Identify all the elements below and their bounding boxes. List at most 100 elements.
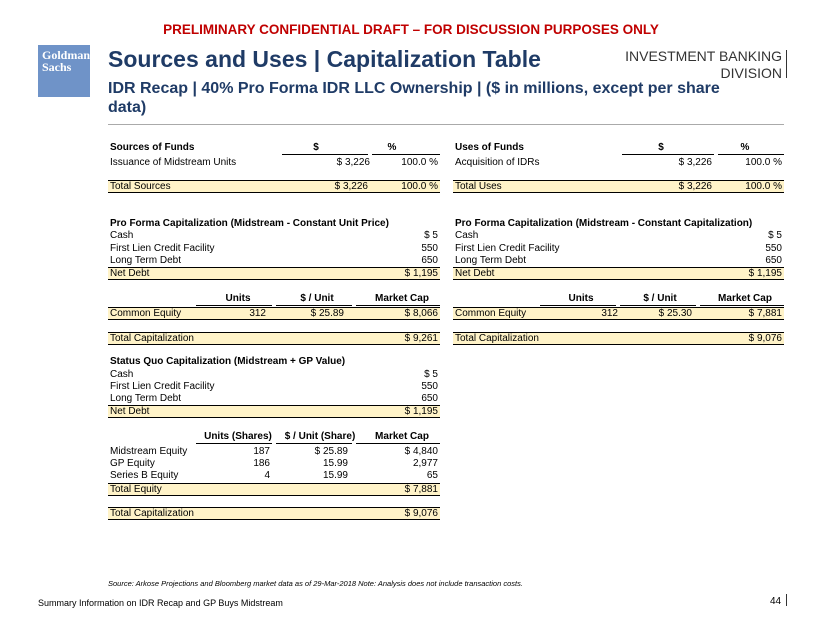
pf-left-total-value: $ 9,261 (404, 333, 438, 344)
sq-equity-units: 186 (253, 458, 270, 469)
uses-header-label: Uses of Funds (455, 142, 524, 153)
pf-left-units-header: Units (225, 293, 251, 304)
sq-equity-row: GP Equity 186 15.99 2,977 (110, 458, 438, 470)
page-number: 44 (770, 596, 782, 607)
confidential-banner: PRELIMINARY CONFIDENTIAL DRAFT – FOR DIS… (163, 22, 659, 37)
sq-equity-mktcap: 2,977 (412, 458, 438, 469)
sq-total-equity-value: $ 7,881 (404, 484, 438, 495)
sq-equity-price: 15.99 (322, 470, 348, 481)
uses-row-label: Acquisition of IDRs (455, 157, 540, 168)
header-rule (108, 124, 784, 125)
pf-right-cash-label: Cash (455, 230, 479, 241)
pf-right-net-debt-value: $ 1,195 (748, 268, 782, 279)
uses-header-dollar: $ (658, 142, 664, 153)
pf-left-credit-label: First Lien Credit Facility (110, 243, 215, 254)
sources-total-row: Total Sources $ 3,226 100.0 % (108, 180, 440, 193)
sq-net-debt-row: Net Debt $ 1,195 (108, 405, 440, 418)
pf-right-equity-units: 312 (601, 308, 618, 319)
pf-right-total-label: Total Capitalization (455, 333, 539, 344)
page-title: Sources and Uses | Capitalization Table (108, 46, 541, 72)
pf-right-mktcap-header: Market Cap (718, 293, 772, 304)
pf-left-debt-label: Long Term Debt (110, 255, 181, 266)
uses-total-label: Total Uses (455, 181, 502, 192)
division-label: INVESTMENT BANKING DIVISION (620, 48, 782, 82)
sources-row-pct: 100.0 % (401, 157, 438, 168)
sq-total-equity-label: Total Equity (110, 484, 162, 495)
pf-right-credit-label: First Lien Credit Facility (455, 243, 560, 254)
pf-left-equity-mktcap: $ 8,066 (404, 308, 438, 319)
footer-text: Summary Information on IDR Recap and GP … (38, 598, 283, 608)
uses-total-row: Total Uses $ 3,226 100.0 % (453, 180, 784, 193)
sq-credit-value: 550 (421, 381, 438, 392)
uses-row-dollar: $ 3,226 (678, 157, 712, 168)
sq-units-header: Units (Shares) (204, 431, 272, 442)
sources-total-pct: 100.0 % (401, 181, 438, 192)
pf-left-equity-price: $ 25.89 (310, 308, 344, 319)
sq-title: Status Quo Capitalization (Midstream + G… (110, 356, 346, 367)
sq-cash-label: Cash (110, 369, 134, 380)
pf-right-equity-mktcap: $ 7,881 (748, 308, 782, 319)
sq-mktcap-header: Market Cap (375, 431, 429, 442)
uses-total-pct: 100.0 % (745, 181, 782, 192)
division-line-2: DIVISION (720, 65, 782, 81)
pf-right-equity-label: Common Equity (455, 308, 527, 319)
sq-equity-price: 15.99 (322, 458, 348, 469)
sq-credit-label: First Lien Credit Facility (110, 381, 215, 392)
sq-net-debt-label: Net Debt (110, 406, 150, 417)
sq-equity-label: GP Equity (110, 458, 155, 469)
pf-right-net-debt-label: Net Debt (455, 268, 495, 279)
sources-header-dollar: $ (313, 142, 319, 153)
division-divider (786, 50, 787, 78)
sources-row-label: Issuance of Midstream Units (110, 157, 237, 168)
sq-cash-value: $ 5 (424, 369, 438, 380)
pf-right-equity-row: Common Equity 312 $ 25.30 $ 7,881 (453, 307, 784, 320)
sq-debt-label: Long Term Debt (110, 393, 181, 404)
pf-left-net-debt-label: Net Debt (110, 268, 150, 279)
sources-header-pct: % (387, 142, 397, 153)
pf-left-cash-value: $ 5 (424, 230, 438, 241)
sq-total-equity-row: Total Equity $ 7,881 (108, 483, 440, 496)
sq-equity-units: 4 (264, 470, 270, 481)
pf-left-net-debt-value: $ 1,195 (404, 268, 438, 279)
pf-right-units-header: Units (568, 293, 594, 304)
logo-line-2: Sachs (42, 60, 72, 74)
pf-left-debt-value: 650 (421, 255, 438, 266)
division-line-1: INVESTMENT BANKING (625, 48, 782, 64)
page-number-divider (786, 594, 787, 606)
page-subtitle: IDR Recap | 40% Pro Forma IDR LLC Owners… (108, 80, 720, 116)
sq-equity-label: Series B Equity (110, 470, 179, 481)
uses-total-dollar: $ 3,226 (678, 181, 712, 192)
pf-left-cash-label: Cash (110, 230, 134, 241)
pf-right-debt-label: Long Term Debt (455, 255, 526, 266)
pf-left-net-debt-row: Net Debt $ 1,195 (108, 267, 440, 280)
uses-header-pct: % (740, 142, 750, 153)
uses-row-pct: 100.0 % (745, 157, 782, 168)
sq-equity-label: Midstream Equity (110, 446, 188, 457)
sq-total-label: Total Capitalization (110, 508, 194, 519)
sq-net-debt-value: $ 1,195 (404, 406, 438, 417)
sq-price-header: $ / Unit (Share) (284, 431, 356, 442)
sq-equity-units: 187 (253, 446, 270, 457)
source-note: Source: Arkose Projections and Bloomberg… (108, 579, 523, 588)
pf-left-equity-label: Common Equity (110, 308, 182, 319)
pf-left-total-label: Total Capitalization (110, 333, 194, 344)
pf-right-equity-price: $ 25.30 (658, 308, 692, 319)
pf-right-total-row: Total Capitalization $ 9,076 (453, 332, 784, 345)
sq-equity-row: Series B Equity 4 15.99 65 (110, 470, 438, 482)
pf-left-total-row: Total Capitalization $ 9,261 (108, 332, 440, 345)
pf-left-title: Pro Forma Capitalization (Midstream - Co… (110, 218, 389, 229)
pf-right-net-debt-row: Net Debt $ 1,195 (453, 267, 784, 280)
pf-right-price-header: $ / Unit (643, 293, 677, 304)
sq-equity-mktcap: 65 (426, 470, 438, 481)
sources-header-label: Sources of Funds (110, 142, 195, 153)
pf-right-total-value: $ 9,076 (748, 333, 782, 344)
sq-equity-mktcap: $ 4,840 (404, 446, 438, 457)
pf-left-equity-row: Common Equity 312 $ 25.89 $ 8,066 (108, 307, 440, 320)
sources-total-dollar: $ 3,226 (334, 181, 368, 192)
sq-debt-value: 650 (421, 393, 438, 404)
goldman-sachs-logo: Goldman Sachs (38, 45, 90, 97)
sq-total-value: $ 9,076 (404, 508, 438, 519)
pf-left-mktcap-header: Market Cap (375, 293, 429, 304)
pf-right-credit-value: 550 (765, 243, 782, 254)
pf-right-title: Pro Forma Capitalization (Midstream - Co… (455, 218, 753, 229)
